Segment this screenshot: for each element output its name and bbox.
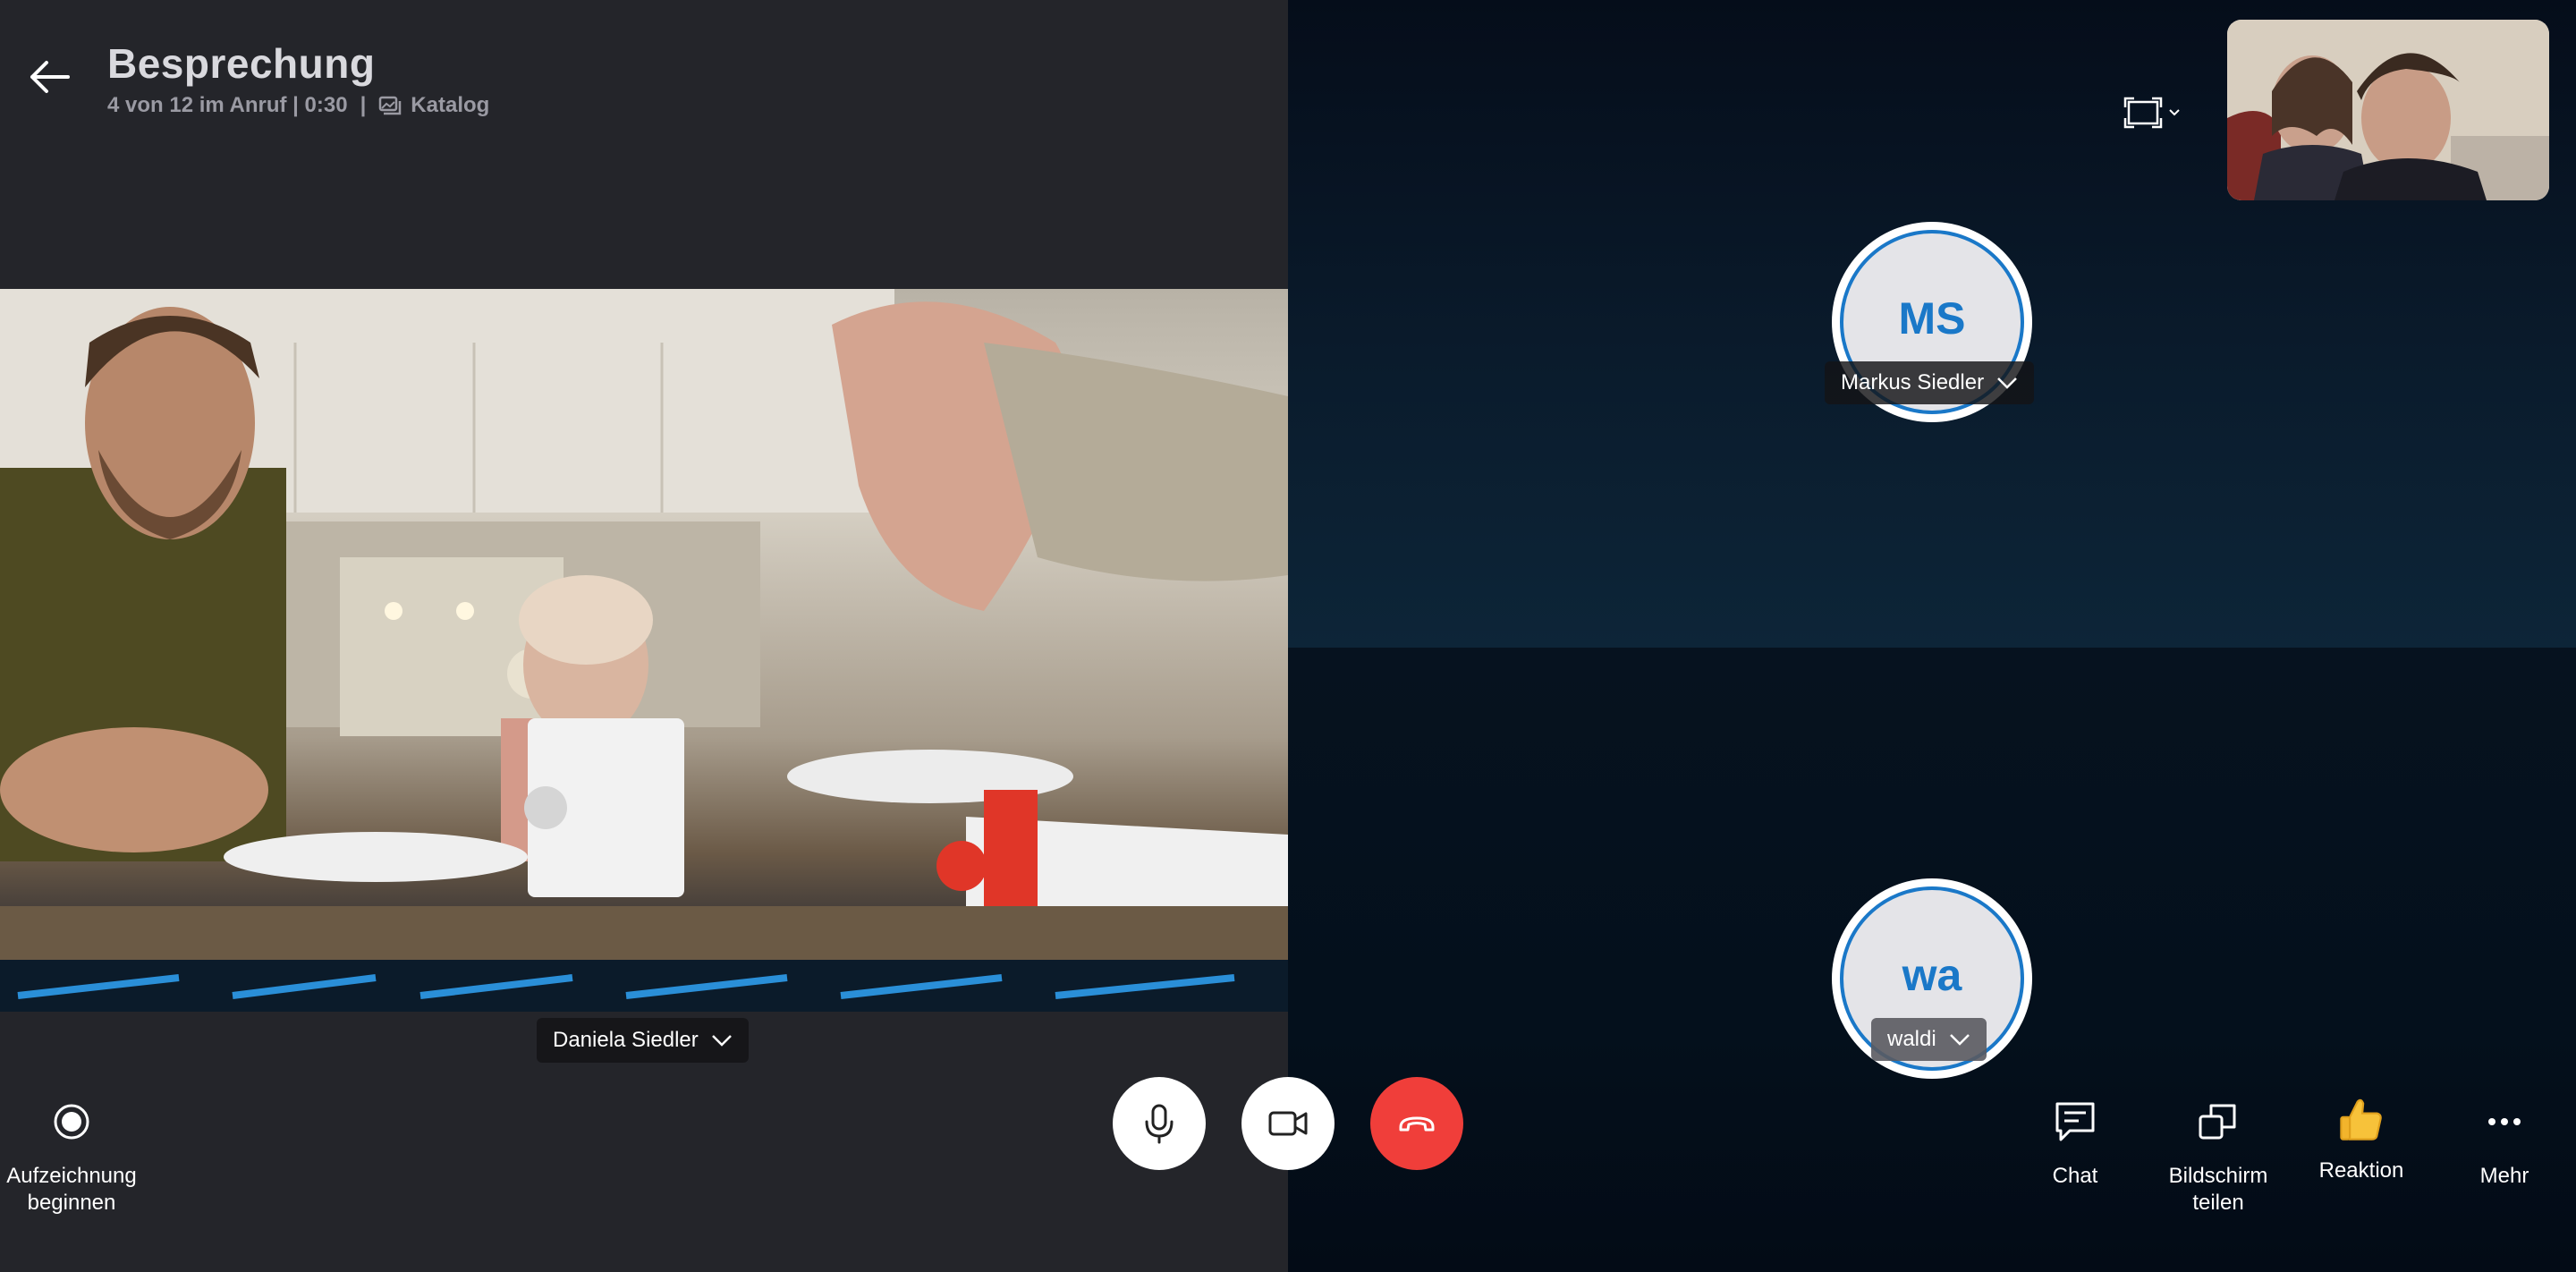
self-view-video [2227, 20, 2549, 200]
separator: | [360, 93, 367, 117]
video-button[interactable] [1241, 1077, 1335, 1170]
video-camera-icon [1268, 1111, 1308, 1136]
main-video-feed [0, 289, 1288, 1012]
share-screen-label: Bildschirm teilen [2168, 1164, 2268, 1215]
more-label: Mehr [2479, 1164, 2529, 1188]
meeting-title: Besprechung [107, 40, 376, 87]
participant-name-tag-bottom[interactable]: waldi [1871, 1018, 1987, 1061]
hang-up-button[interactable] [1370, 1077, 1463, 1170]
microphone-icon [1145, 1104, 1174, 1144]
chat-label: Chat [2052, 1164, 2098, 1188]
hang-up-icon [1399, 1116, 1435, 1132]
more-dots-icon [2479, 1097, 2529, 1147]
reaction-button[interactable]: Reaktion [2308, 1091, 2415, 1184]
participant-name: Daniela Siedler [553, 1028, 699, 1052]
chat-button[interactable]: Chat [2039, 1097, 2111, 1190]
thumbs-up-icon [2336, 1091, 2386, 1147]
record-button[interactable]: Aufzeichnung beginnen [0, 1097, 143, 1217]
avatar-initials: wa [1902, 950, 1962, 1000]
record-icon [47, 1097, 97, 1147]
arrow-left-icon [30, 61, 70, 93]
mute-button[interactable] [1113, 1077, 1206, 1170]
participant-name-tag-top[interactable]: Markus Siedler [1825, 361, 2035, 404]
gallery-icon [378, 96, 402, 115]
chevron-down-icon [2169, 109, 2180, 116]
more-button[interactable]: Mehr [2460, 1097, 2549, 1190]
layout-frame-icon [2123, 97, 2163, 129]
call-info-bar: 4 von 12 im Anruf | 0:30 | Katalog [107, 93, 489, 118]
chat-bubble-icon [2050, 1097, 2100, 1147]
call-info-text: 4 von 12 im Anruf | 0:30 [107, 93, 348, 117]
avatar-initials: MS [1898, 293, 1966, 343]
participant-name: waldi [1887, 1027, 1936, 1051]
share-screen-button[interactable]: Bildschirm teilen [2156, 1097, 2281, 1217]
record-label: Aufzeichnung beginnen [6, 1164, 137, 1215]
participant-name: Markus Siedler [1841, 370, 1985, 394]
catalog-link[interactable]: Katalog [411, 93, 489, 118]
chevron-down-icon [1949, 1034, 1970, 1046]
participant-name-tag-main[interactable]: Daniela Siedler [537, 1018, 749, 1063]
reaction-label: Reaktion [2318, 1158, 2404, 1183]
chevron-down-icon [1997, 377, 2017, 389]
layout-button[interactable] [2123, 93, 2188, 132]
back-button[interactable] [25, 55, 75, 98]
chevron-down-icon [711, 1035, 732, 1047]
share-screen-icon [2193, 1097, 2243, 1147]
